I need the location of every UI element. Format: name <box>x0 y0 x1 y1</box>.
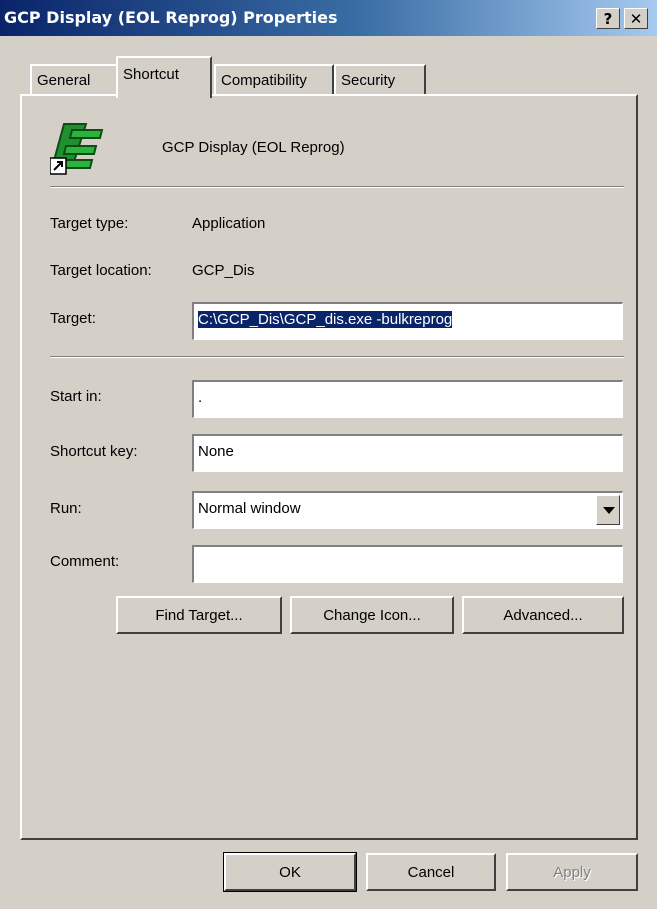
start-in-value: . <box>198 389 203 406</box>
close-icon: ✕ <box>629 9 643 28</box>
run-label: Run: <box>50 500 82 517</box>
button-label: Apply <box>553 863 591 881</box>
tab-compatibility[interactable]: Compatibility <box>214 64 334 94</box>
tab-general[interactable]: General <box>30 64 120 94</box>
apply-button[interactable]: Apply <box>506 853 638 891</box>
button-label: Find Target... <box>155 606 243 624</box>
start-in-input[interactable]: . <box>192 380 623 418</box>
tab-security[interactable]: Security <box>334 64 426 94</box>
target-input[interactable]: C:\GCP_Dis\GCP_dis.exe -bulkreprog <box>192 302 623 340</box>
comment-input[interactable] <box>192 545 623 583</box>
target-input-value: C:\GCP_Dis\GCP_dis.exe -bulkreprog <box>198 311 453 328</box>
ok-button[interactable]: OK <box>223 852 357 892</box>
find-target-button[interactable]: Find Target... <box>116 596 282 634</box>
button-label: Advanced... <box>503 606 583 624</box>
run-select-value: Normal window <box>198 500 301 517</box>
separator <box>50 356 624 358</box>
advanced-button[interactable]: Advanced... <box>462 596 624 634</box>
shortcut-name: GCP Display (EOL Reprog) <box>162 139 345 156</box>
change-icon-button[interactable]: Change Icon... <box>290 596 454 634</box>
tab-label: Shortcut <box>123 66 179 83</box>
shortcut-key-value: None <box>198 443 234 460</box>
button-label: Cancel <box>407 863 455 881</box>
tab-label: General <box>37 72 91 89</box>
tab-shortcut[interactable]: Shortcut <box>116 56 212 98</box>
close-button[interactable]: ✕ <box>624 8 648 29</box>
target-type-value: Application <box>192 215 266 232</box>
button-label: Change Icon... <box>323 606 421 624</box>
target-label: Target: <box>50 310 96 327</box>
shortcut-key-input[interactable]: None <box>192 434 623 472</box>
target-location-label: Target location: <box>50 262 152 279</box>
properties-dialog: GCP Display (EOL Reprog) Properties ? ✕ … <box>0 0 657 909</box>
help-icon: ? <box>603 9 613 28</box>
target-type-label: Target type: <box>50 215 129 232</box>
start-in-label: Start in: <box>50 388 102 405</box>
target-location-value: GCP_Dis <box>192 262 255 279</box>
window-title: GCP Display (EOL Reprog) Properties <box>4 8 338 27</box>
tab-label: Compatibility <box>221 72 307 89</box>
comment-label: Comment: <box>50 553 120 570</box>
separator <box>50 186 624 188</box>
shortcut-key-label: Shortcut key: <box>50 443 138 460</box>
chevron-down-icon[interactable] <box>596 495 620 525</box>
title-bar[interactable]: GCP Display (EOL Reprog) Properties ? ✕ <box>0 0 657 36</box>
tab-label: Security <box>341 72 396 89</box>
application-shortcut-icon <box>50 123 104 175</box>
button-label: OK <box>279 863 301 881</box>
run-select[interactable]: Normal window <box>192 491 623 529</box>
cancel-button[interactable]: Cancel <box>366 853 496 891</box>
help-button[interactable]: ? <box>596 8 620 29</box>
